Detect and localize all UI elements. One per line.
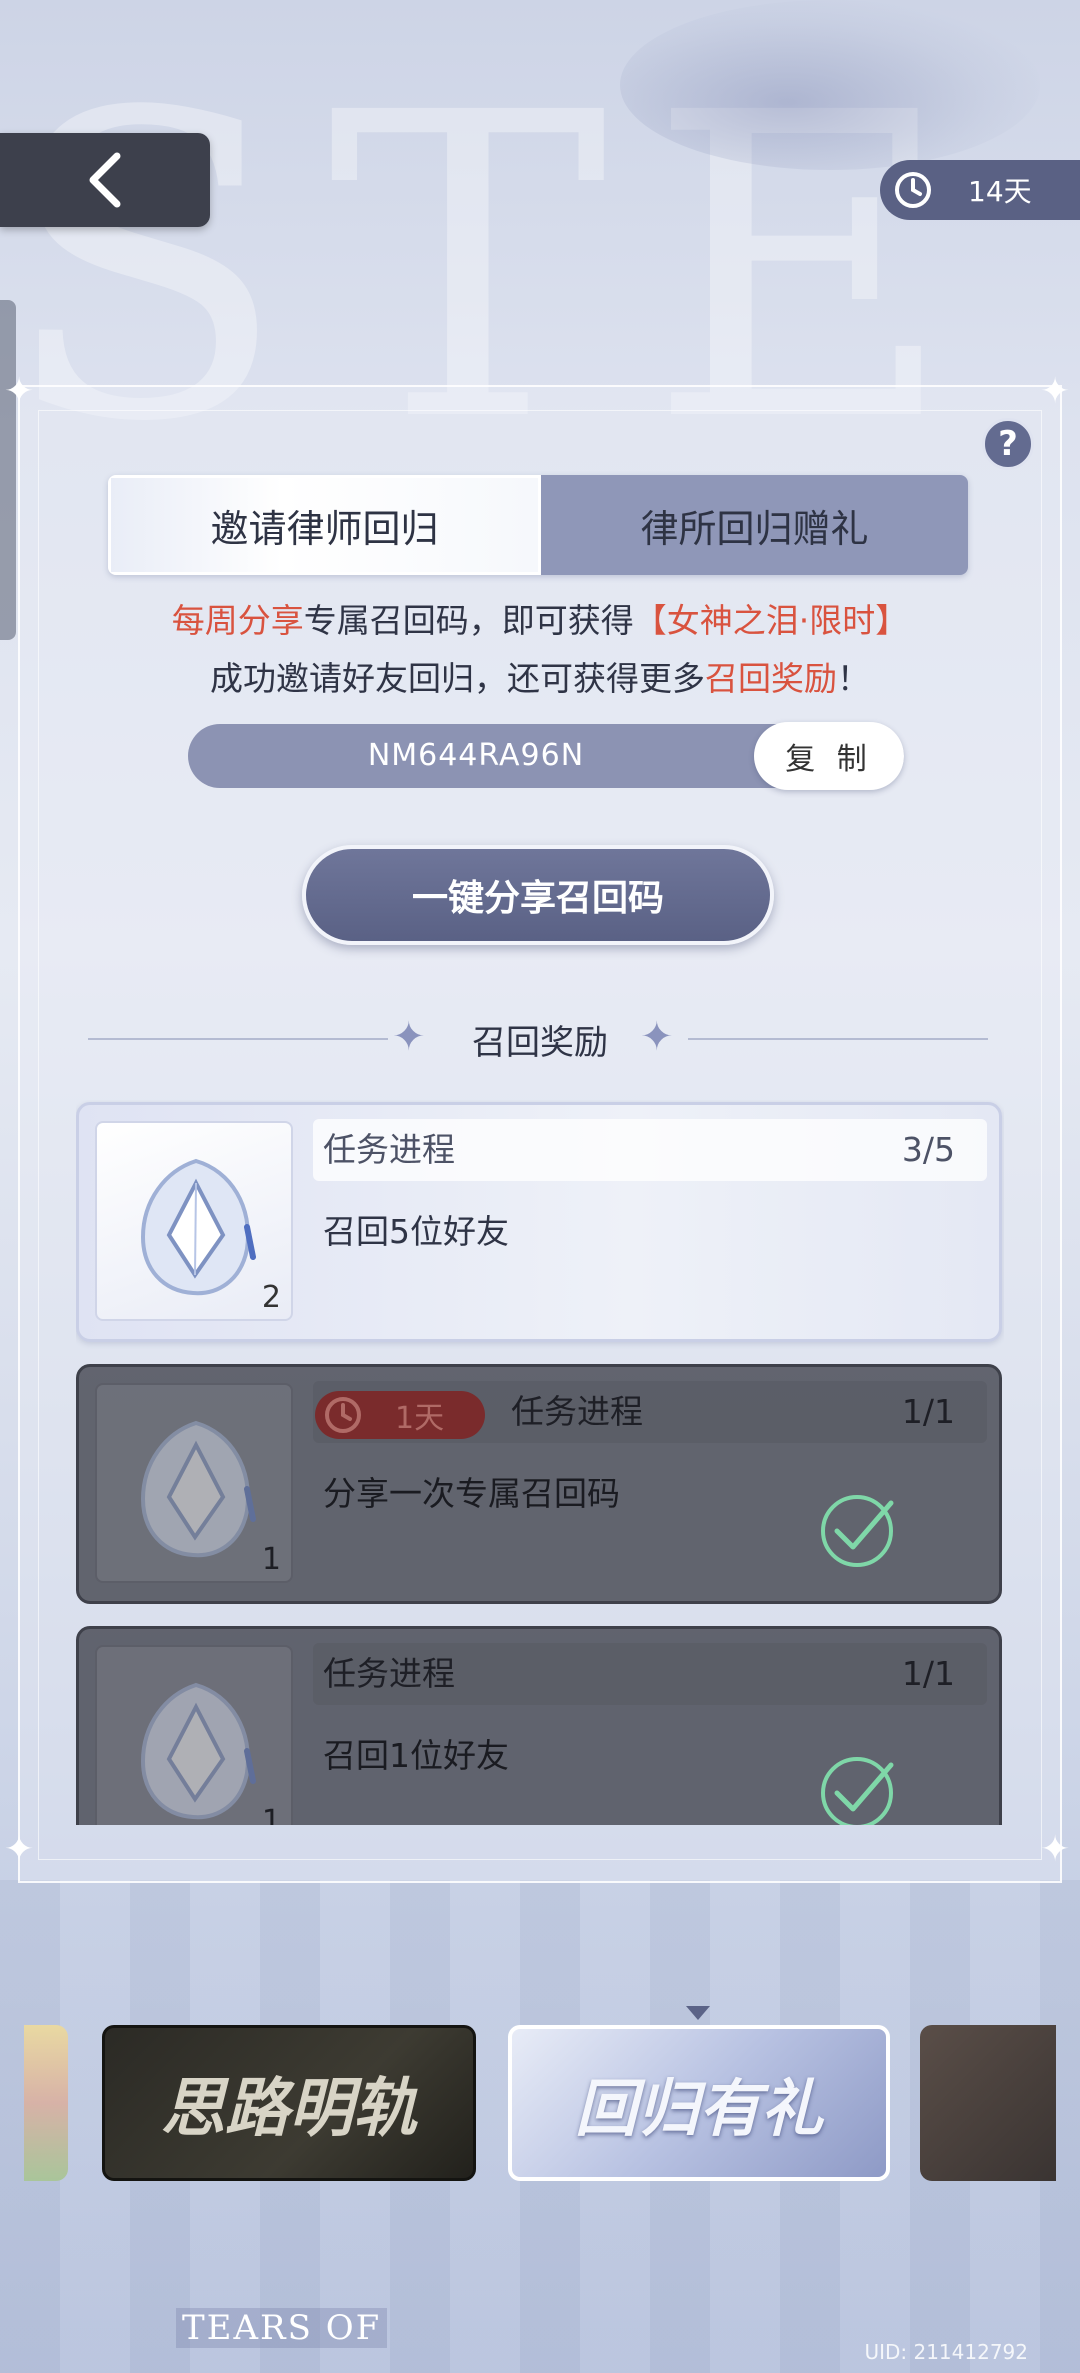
back-arrow-icon	[89, 152, 121, 208]
help-button[interactable]: ?	[982, 418, 1034, 470]
reward-item-slot[interactable]: 2	[95, 1121, 293, 1321]
reward-item-count: 2	[261, 1280, 281, 1315]
description-line-1: 每周分享专属召回码，即可获得【女神之泪·限时】	[171, 601, 909, 640]
task-progress-count: 3/5	[901, 1130, 955, 1169]
carousel-item-partial-right[interactable]	[920, 2025, 1056, 2181]
task-card: 2 任务进程 3/5 召回5位好友	[76, 1102, 1002, 1342]
user-id-label: UID: 211412792	[864, 2340, 1028, 2364]
event-timer-badge: 14天	[880, 160, 1080, 220]
reward-item-count: 1	[261, 1542, 281, 1577]
tab-invite-lawyer-return[interactable]: 邀请律师回归	[108, 475, 541, 575]
clock-icon	[895, 172, 931, 208]
side-drawer-tab[interactable]	[0, 300, 16, 640]
corner-sparkle-icon: ✦	[1040, 371, 1071, 412]
gem-icon	[140, 1420, 256, 1558]
time-limit-badge: 1天	[315, 1391, 485, 1439]
task-name: 召回5位好友	[323, 1212, 509, 1251]
task-card: 1 1天 任务进程 1/1 分享一次专属召回码	[76, 1364, 1002, 1604]
share-recall-code-button[interactable]: 一键分享召回码	[302, 845, 774, 945]
back-button[interactable]	[0, 133, 210, 227]
task-card: 1 任务进程 1/1 召回1位好友	[76, 1626, 1002, 1825]
help-icon: ?	[998, 424, 1018, 464]
gem-icon	[140, 1158, 256, 1296]
task-name: 召回1位好友	[323, 1736, 509, 1775]
carousel-item[interactable]: 思路明轨	[102, 2025, 476, 2181]
carousel-selected-indicator	[686, 2006, 710, 2020]
event-carousel[interactable]: 思路明轨 回归有礼	[24, 2025, 1056, 2185]
description-line-2: 成功邀请好友回归，还可获得更多召回奖励！	[210, 659, 870, 698]
clock-icon	[325, 1397, 361, 1433]
task-list[interactable]: 2 任务进程 3/5 召回5位好友 1 1天 任务进程 1/1 分享一次专属召回…	[76, 1100, 1004, 1825]
gem-icon	[140, 1682, 256, 1820]
task-progress-label: 任务进程	[323, 1654, 455, 1693]
carousel-item-selected[interactable]: 回归有礼	[508, 2025, 890, 2181]
copy-button[interactable]: 复 制	[754, 722, 904, 790]
task-name: 分享一次专属召回码	[323, 1474, 620, 1513]
task-progress-count: 1/1	[901, 1654, 955, 1693]
reward-item-count: 1	[261, 1804, 281, 1825]
tab-bar: 邀请律师回归 律所回归赠礼	[108, 475, 968, 575]
checkmark-icon	[821, 1757, 894, 1825]
timer-text: 14天	[968, 175, 1032, 208]
corner-sparkle-icon: ✦	[4, 1829, 35, 1870]
background-wing-decoration	[620, 0, 1040, 170]
carousel-item-partial-left[interactable]	[24, 2025, 68, 2181]
task-progress-count: 1/1	[901, 1392, 955, 1431]
time-limit-text: 1天	[395, 1401, 445, 1436]
recall-code-field: NM644RA96N 复 制	[188, 722, 904, 790]
section-title-recall-rewards: 召回奖励	[472, 1023, 608, 1063]
brand-logo-text: TEARS OF	[176, 2308, 388, 2348]
recall-code-text: NM644RA96N	[367, 738, 585, 773]
checkmark-icon	[821, 1495, 894, 1567]
reward-item-slot[interactable]: 1	[95, 1645, 293, 1825]
corner-sparkle-icon: ✦	[1040, 1829, 1071, 1870]
tab-firm-return-gift[interactable]: 律所回归赠礼	[541, 475, 968, 575]
task-progress-label: 任务进程	[511, 1392, 643, 1431]
task-progress-label: 任务进程	[323, 1130, 455, 1169]
corner-sparkle-icon: ✦	[4, 371, 35, 412]
reward-item-slot[interactable]: 1	[95, 1383, 293, 1583]
